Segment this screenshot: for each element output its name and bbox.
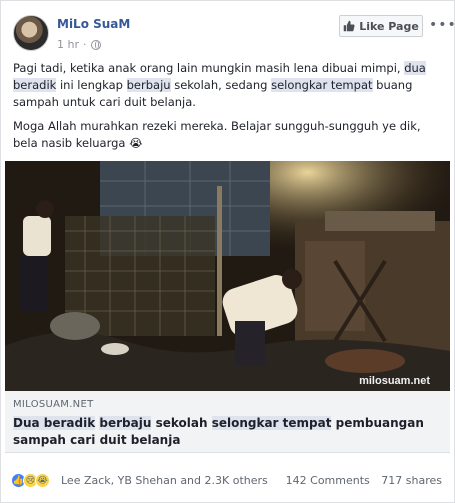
link-preview[interactable]: MILOSUAM.NET Dua beradik berbaju sekolah… [5, 391, 450, 453]
comments-count[interactable]: 142 Comments [286, 474, 370, 487]
photo-scene [5, 161, 450, 391]
more-options-icon[interactable]: ••• [429, 17, 455, 33]
post-timestamp[interactable]: 1 hr [57, 38, 79, 51]
post-header: MiLo SuaM 1 hr · Like Page ••• [11, 11, 455, 55]
thumbs-up-icon [343, 20, 355, 32]
hashtag-highlight[interactable]: berbaju [126, 78, 171, 92]
cry-icon: 😭 [35, 473, 50, 488]
globe-icon[interactable] [90, 39, 101, 50]
engagement-counts: 142 Comments 717 shares [278, 474, 442, 487]
shares-count[interactable]: 717 shares [381, 474, 442, 487]
like-page-button[interactable]: Like Page [339, 15, 423, 37]
post-photo[interactable]: milosuam.net [5, 161, 450, 391]
reaction-icons[interactable]: 👍 😢 😭 [11, 473, 50, 488]
photo-watermark: milosuam.net [359, 375, 430, 387]
post-paragraph: Pagi tadi, ketika anak orang lain mungki… [13, 61, 426, 109]
link-title[interactable]: Dua beradik berbaju sekolah selongkar te… [13, 415, 443, 449]
post-meta: 1 hr · [57, 38, 101, 51]
page-name-link[interactable]: MiLo SuaM [57, 17, 130, 31]
post-text: Pagi tadi, ketika anak orang lain mungki… [13, 60, 443, 159]
reactors-text[interactable]: Lee Zack, YB Shehan and 2.3K others [61, 474, 268, 487]
hashtag-highlight[interactable]: selongkar tempat [271, 78, 373, 92]
like-page-label: Like Page [359, 19, 419, 33]
page-avatar[interactable] [13, 15, 49, 51]
post-card: MiLo SuaM 1 hr · Like Page ••• Pagi tadi… [0, 0, 455, 503]
post-paragraph: Moga Allah murahkan rezeki mereka. Belaj… [13, 119, 421, 150]
link-domain: MILOSUAM.NET [13, 399, 94, 410]
reactions-bar: 👍 😢 😭 Lee Zack, YB Shehan and 2.3K other… [11, 471, 446, 491]
